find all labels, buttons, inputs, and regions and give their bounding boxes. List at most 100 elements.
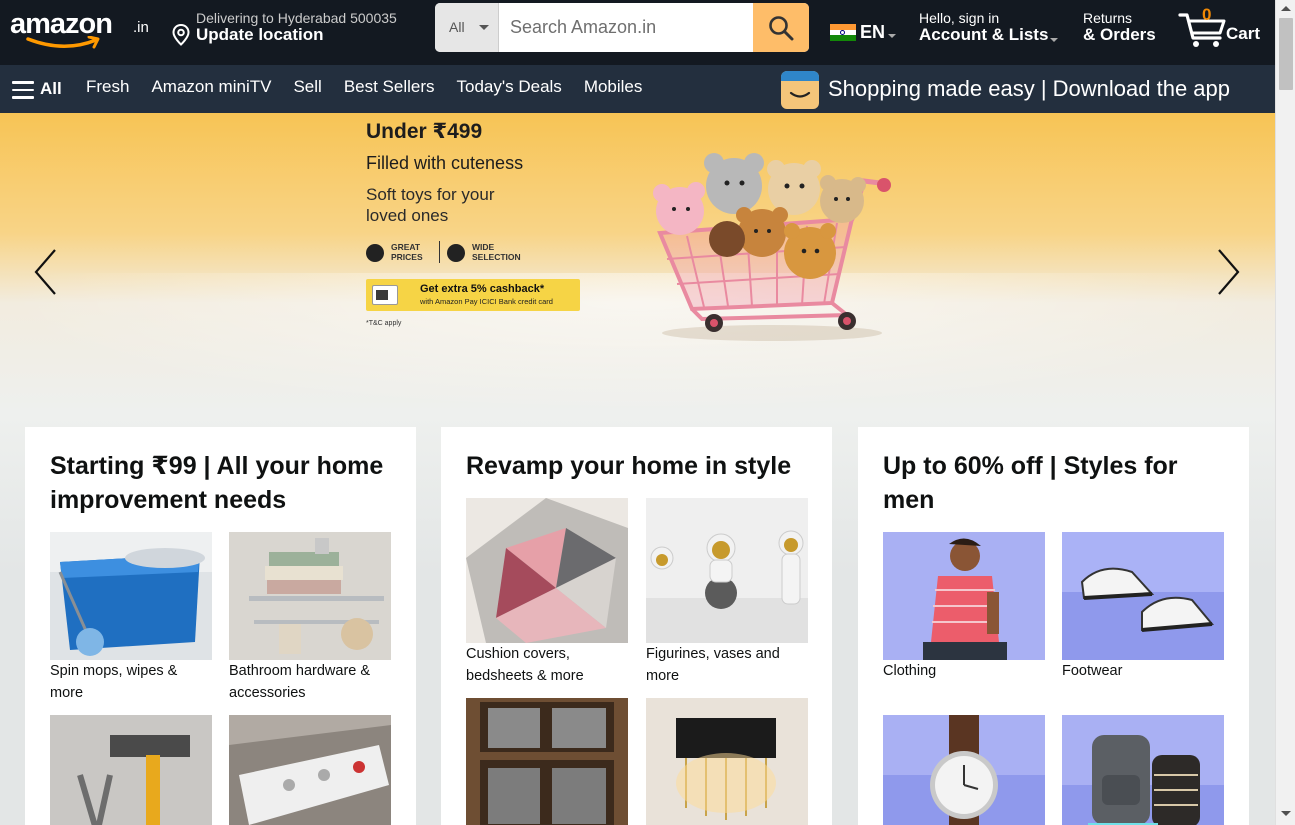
amazon-logo[interactable]: amazon .in [10,5,155,53]
tile-caption: Cushion covers, bedsheets & more [466,646,584,684]
nav-link-minitv[interactable]: Amazon miniTV [151,77,271,101]
search-bar: All [435,3,809,52]
tile-spin-mops[interactable]: Spin mops, wipes & more [50,532,212,712]
tile-figurines[interactable]: Figurines, vases and more [646,498,808,693]
search-category-dropdown[interactable]: All [435,3,499,52]
tile-caption: Figurines, vases and more [646,646,780,684]
tile-caption: Clothing [883,663,937,679]
card-title: Up to 60% off | Styles for men [883,452,1178,514]
tile-tools[interactable] [50,715,212,825]
carousel-prev-icon[interactable] [31,247,61,297]
nav-link-best-sellers[interactable]: Best Sellers [344,77,435,101]
terms-note: *T&C apply [366,320,402,327]
bathroom-rack-image [229,532,391,660]
search-button[interactable] [753,3,809,52]
carousel-next-icon[interactable] [1213,247,1243,297]
page-scrollbar[interactable] [1275,0,1295,825]
wide-selection-badge: WIDE SELECTION [447,241,527,267]
search-category-label: All [449,19,465,35]
spin-mop-image [50,532,212,660]
chevron-down-icon [479,25,489,30]
hero-headline: Under ₹499 [366,120,483,143]
card-home-improvement: Starting ₹99 | All your home improvement… [25,427,416,825]
chevron-down-icon [888,34,896,38]
hero-subhead: Filled with cuteness [366,153,524,173]
great-prices-badge: GREAT PRICES [366,241,436,267]
all-menu-label: All [40,79,62,98]
scroll-thumb[interactable] [1279,18,1293,90]
india-flag-icon [830,24,856,41]
tools-image [50,715,212,825]
update-location-link[interactable]: Update location [196,25,324,45]
cashback-line1: Get extra 5% cashback* [420,283,545,295]
tile-caption: Spin mops, wipes & more [50,663,178,701]
tile-wall-lamp[interactable] [646,698,808,825]
top-nav-bar: amazon .in Delivering to Hyderabad 50003… [0,0,1275,60]
tile-power-strip[interactable] [229,715,391,825]
hero-line2: loved ones [366,206,449,225]
nav-links: Fresh Amazon miniTV Sell Best Sellers To… [86,77,664,101]
nav-link-mobiles[interactable]: Mobiles [584,77,643,101]
power-strip-image [229,715,391,825]
app-download-promo[interactable]: Shopping made easy | Download the app [781,69,1261,109]
returns-label: Returns [1083,10,1133,26]
account-lists-menu[interactable]: Hello, sign in Account & Lists [918,9,1068,53]
tile-caption: Footwear [1062,663,1123,679]
badge-label: WIDE SELECTION [472,242,521,262]
hamburger-menu-icon [12,81,34,99]
card-title: Revamp your home in style [466,452,792,480]
tile-bathroom-hardware[interactable]: Bathroom hardware & accessories [229,532,391,712]
cart-label: Cart [1226,24,1261,43]
credit-card-icon [372,285,398,305]
all-menu-button[interactable]: All [12,79,68,101]
amazon-app-icon [781,71,819,109]
tile-storage-boxes[interactable] [466,698,628,825]
delivery-line1: Delivering to Hyderabad 500035 [196,10,397,26]
app-promo-text: Shopping made easy | Download the app [828,76,1230,101]
card-revamp-home: Revamp your home in style Cushion covers… [441,427,832,825]
cart-count: 0 [1202,5,1212,24]
card-title: Starting ₹99 | All your home improvement… [50,452,384,514]
card-styles-for-men: Up to 60% off | Styles for men Clothing … [858,427,1249,825]
storage-boxes-image [466,698,628,825]
returns-orders-link[interactable]: Returns & Orders [1083,9,1168,53]
nav-link-fresh[interactable]: Fresh [86,77,129,101]
badge-label: GREAT PRICES [391,242,423,262]
wall-lamp-image [646,698,808,825]
tile-clothing[interactable]: Clothing [883,532,1045,712]
tile-bags[interactable] [1062,715,1224,825]
badge-divider [439,241,440,263]
cashback-offer: Get extra 5% cashback* with Amazon Pay I… [366,279,580,311]
tile-caption: Bathroom hardware & accessories [229,663,371,701]
scroll-up-icon[interactable] [1281,6,1291,11]
chevron-down-icon [1050,38,1058,42]
cashback-line2: with Amazon Pay ICICI Bank credit card [420,297,553,306]
clothing-image [883,532,1045,660]
tile-footwear[interactable]: Footwear [1062,532,1224,712]
sneakers-image [1062,532,1224,660]
astronaut-figurines-image [646,498,808,643]
location-pin-icon [172,24,190,46]
language-selector[interactable]: EN [829,20,899,46]
price-tag-icon [366,244,384,262]
rug-image [466,498,628,643]
selection-icon [447,244,465,262]
language-code: EN [860,22,886,42]
nav-link-sell[interactable]: Sell [293,77,321,101]
search-icon [769,16,794,41]
logo-tld: .in [133,19,149,36]
teddy-bears-cart-image [653,153,891,341]
nav-link-todays-deals[interactable]: Today's Deals [457,77,562,101]
orders-label: & Orders [1083,25,1156,44]
tile-cushion-covers[interactable]: Cushion covers, bedsheets & more [466,498,628,693]
delivery-location[interactable]: Delivering to Hyderabad 500035 Update lo… [168,8,428,52]
tile-watches[interactable] [883,715,1045,825]
secondary-nav-bar: All Fresh Amazon miniTV Sell Best Seller… [0,65,1275,113]
cart-button[interactable]: 0 Cart [1178,5,1268,53]
search-input[interactable] [499,3,753,52]
watch-image [883,715,1045,825]
sign-in-greeting: Hello, sign in [919,10,1000,26]
scroll-down-icon[interactable] [1281,811,1291,816]
logo-smile-icon [26,36,100,49]
backpacks-image [1062,715,1224,825]
